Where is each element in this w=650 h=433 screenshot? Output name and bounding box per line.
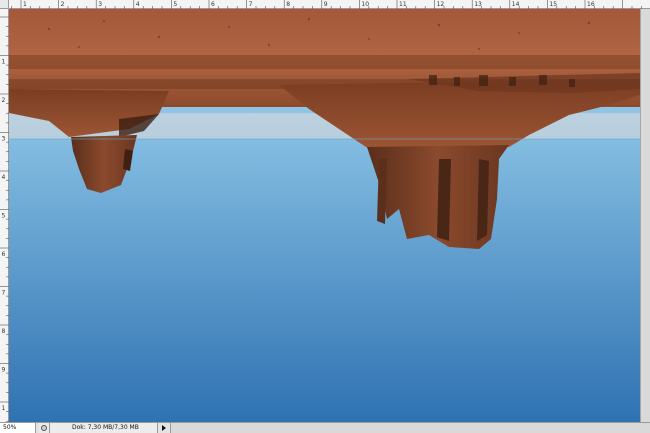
ruler-label: 2 — [61, 1, 65, 8]
photoshop-document-window: 1 2 3 4 5 6 7 8 9 10 11 12 13 14 15 16 1234567891 50% D… — [0, 0, 650, 433]
ruler-label: 6 — [211, 1, 215, 8]
ruler-horizontal[interactable]: 1 2 3 4 5 6 7 8 9 10 11 12 13 14 15 16 — [0, 0, 650, 9]
ruler-label: 6 — [2, 251, 6, 258]
ruler-label: 7 — [2, 290, 6, 297]
ruler-label: 9 — [324, 1, 328, 8]
ruler-label: 3 — [2, 136, 6, 143]
document-size-info: Dok: 7,30 MB/7,30 MB — [50, 423, 158, 433]
ruler-label: 11 — [399, 1, 407, 8]
ruler-label: 4 — [2, 174, 6, 181]
ruler-label: 1 — [2, 59, 6, 66]
ruler-label: 8 — [2, 328, 6, 335]
ruler-label: 4 — [136, 1, 140, 8]
document-image — [9, 9, 640, 422]
ruler-label: 2 — [2, 97, 6, 104]
ruler-label: 7 — [249, 1, 253, 8]
vertical-scrollbar[interactable] — [640, 9, 650, 422]
status-bar: 50% Dok: 7,30 MB/7,30 MB — [0, 422, 650, 433]
ruler-label: 1 — [2, 405, 6, 412]
ruler-label: 14 — [512, 1, 520, 8]
horizontal-scrollbar[interactable] — [170, 423, 650, 433]
zoom-level-field[interactable]: 50% — [0, 423, 36, 433]
triangle-right-icon[interactable] — [158, 423, 170, 433]
ruler-label: 5 — [2, 213, 6, 220]
ruler-vertical[interactable]: 1 2 3 4 5 6 7 8 9 1 — [0, 9, 9, 422]
ruler-label: 12 — [437, 1, 445, 8]
ruler-label: 15 — [549, 1, 557, 8]
ruler-horizontal-ticks: 1 2 3 4 5 6 7 8 9 10 11 12 13 14 15 16 — [11, 0, 642, 9]
ruler-label: 13 — [474, 1, 482, 8]
ruler-label: 9 — [2, 367, 6, 374]
ruler-label: 5 — [173, 1, 177, 8]
ruler-label: 1 — [23, 1, 27, 8]
ruler-origin-corner[interactable] — [0, 0, 9, 9]
ruler-label: 10 — [361, 1, 369, 8]
document-canvas[interactable] — [9, 9, 640, 422]
circle-info-icon[interactable] — [39, 423, 50, 433]
ruler-label: 16 — [587, 1, 595, 8]
ruler-vertical-ticks: 1 2 3 4 5 6 7 8 9 1 — [0, 16, 9, 422]
ruler-label: 8 — [286, 1, 290, 8]
ruler-label: 3 — [98, 1, 102, 8]
